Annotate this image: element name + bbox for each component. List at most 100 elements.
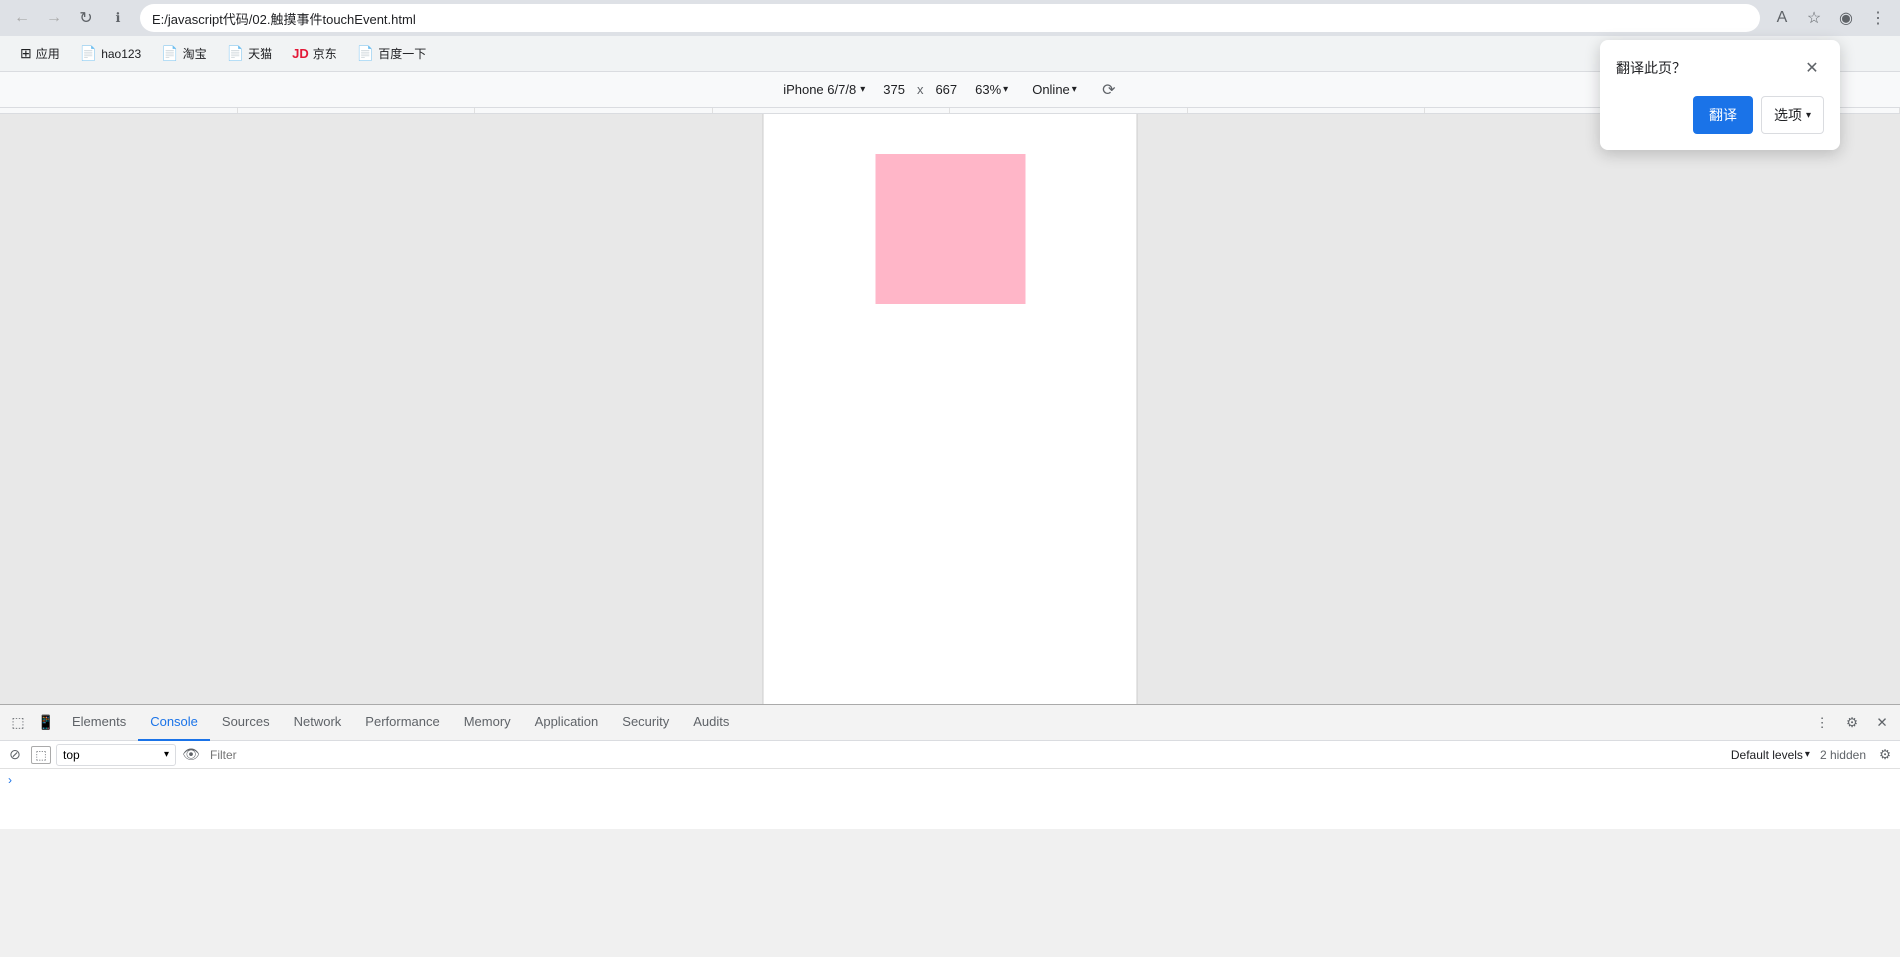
default-levels-button[interactable]: Default levels ▾: [1725, 746, 1816, 764]
console-clear-button[interactable]: ⊘: [4, 744, 26, 766]
tab-security[interactable]: Security: [610, 705, 681, 741]
context-value: top: [63, 748, 80, 762]
options-dropdown-icon: ▾: [1806, 110, 1811, 121]
baidu-icon: 📄: [357, 45, 374, 62]
tab-sources[interactable]: Sources: [210, 705, 282, 741]
translation-popup-close-button[interactable]: ✕: [1800, 56, 1824, 80]
console-toolbar: ⊘ ⬚ top ▾ 👁 Default levels ▾ 2 hidden ⚙: [0, 741, 1900, 769]
device-mode-icon: 📱: [37, 714, 54, 731]
context-selector[interactable]: top ▾: [56, 744, 176, 766]
more-tabs-button[interactable]: ⋮: [1808, 709, 1836, 737]
bookmark-taobao[interactable]: 📄 淘宝: [153, 41, 214, 66]
translate-button[interactable]: 翻译: [1693, 96, 1753, 134]
network-dropdown-icon: ▾: [1072, 84, 1077, 95]
bookmark-tianmao-label: 天猫: [248, 45, 272, 62]
tab-network[interactable]: Network: [282, 705, 354, 741]
info-button[interactable]: ℹ: [104, 4, 132, 32]
rotate-icon: ⟳: [1102, 80, 1115, 100]
tab-memory[interactable]: Memory: [452, 705, 523, 741]
devtools-settings-button[interactable]: ⚙: [1838, 709, 1866, 737]
device-width: 375: [883, 82, 905, 97]
console-settings-button[interactable]: ⚙: [1874, 744, 1896, 766]
throttle-seg-6: [1188, 108, 1426, 113]
tab-console[interactable]: Console: [138, 705, 210, 741]
address-text: E:/javascript代码/02.触摸事件touchEvent.html: [152, 9, 1748, 28]
translation-popup-title: 翻译此页？: [1616, 58, 1686, 78]
main-area: [0, 114, 1900, 704]
devtools-close-button[interactable]: ✕: [1868, 709, 1896, 737]
devtools-tabs: ⬚ 📱 Elements Console Sources Network Per…: [0, 705, 1900, 741]
inspect-icon: ⬚: [11, 714, 24, 731]
forward-button[interactable]: →: [40, 4, 68, 32]
jd-icon: JD: [292, 46, 309, 61]
device-height: 667: [935, 82, 957, 97]
bookmark-tianmao[interactable]: 📄 天猫: [219, 41, 280, 66]
browser-actions: A ☆ ◉ ⋮: [1768, 4, 1892, 32]
devtools-panel: ⬚ 📱 Elements Console Sources Network Per…: [0, 704, 1900, 829]
console-eye-button[interactable]: 👁: [180, 744, 202, 766]
bookmark-hao123-label: hao123: [101, 47, 141, 61]
throttle-seg-4: [713, 108, 951, 113]
device-toggle-button[interactable]: 📱: [32, 709, 60, 737]
bookmark-apps-label: 应用: [36, 45, 60, 62]
console-filter-input[interactable]: [206, 748, 1721, 762]
pink-box: [875, 154, 1025, 304]
bookmark-button[interactable]: ☆: [1800, 4, 1828, 32]
console-pin-button[interactable]: ⬚: [30, 744, 52, 766]
taobao-icon: 📄: [161, 45, 178, 62]
tab-audits[interactable]: Audits: [681, 705, 741, 741]
back-icon: ←: [14, 9, 30, 27]
clear-console-icon: ⊘: [9, 746, 21, 763]
bookmark-taobao-label: 淘宝: [183, 45, 207, 62]
tab-elements[interactable]: Elements: [60, 705, 138, 741]
address-bar[interactable]: E:/javascript代码/02.触摸事件touchEvent.html: [140, 4, 1760, 32]
console-settings-icon: ⚙: [1879, 747, 1891, 763]
devtools-tab-actions: ⋮ ⚙ ✕: [1808, 709, 1896, 737]
device-selector[interactable]: iPhone 6/7/8 ▾: [777, 80, 871, 99]
close-icon: ✕: [1805, 58, 1818, 78]
console-content[interactable]: ›: [0, 769, 1900, 829]
more-tabs-icon: ⋮: [1815, 715, 1828, 731]
throttle-seg-3: [475, 108, 713, 113]
title-bar: ← → ↻ ℹ E:/javascript代码/02.触摸事件touchEven…: [0, 0, 1900, 36]
menu-icon: ⋮: [1870, 8, 1886, 28]
profile-icon: ◉: [1839, 8, 1853, 28]
bookmark-hao123[interactable]: 📄 hao123: [72, 41, 149, 66]
hao123-icon: 📄: [80, 45, 97, 62]
forward-icon: →: [46, 9, 62, 27]
back-button[interactable]: ←: [8, 4, 36, 32]
bookmark-baidu-label: 百度一下: [378, 45, 426, 62]
nav-buttons: ← → ↻ ℹ: [8, 4, 132, 32]
menu-button[interactable]: ⋮: [1864, 4, 1892, 32]
throttle-seg-2: [238, 108, 476, 113]
device-name: iPhone 6/7/8: [783, 82, 856, 97]
translation-popup-header: 翻译此页？ ✕: [1616, 56, 1824, 80]
inspect-toggle-button[interactable]: ⬚: [4, 709, 32, 737]
reload-icon: ↻: [79, 8, 92, 28]
translate-page-button[interactable]: A: [1768, 4, 1796, 32]
bookmark-baidu[interactable]: 📄 百度一下: [349, 41, 434, 66]
bookmark-apps[interactable]: ⊞ 应用: [12, 41, 68, 66]
translation-popup: 翻译此页？ ✕ 翻译 选项 ▾: [1600, 40, 1840, 150]
console-prompt: ›: [8, 773, 12, 787]
zoom-selector[interactable]: 63% ▾: [969, 80, 1014, 99]
mobile-frame: [763, 114, 1138, 704]
tab-application[interactable]: Application: [523, 705, 611, 741]
page-background: [0, 114, 1900, 704]
options-button[interactable]: 选项 ▾: [1761, 96, 1824, 134]
device-dropdown-icon: ▾: [860, 84, 865, 95]
rotate-button[interactable]: ⟳: [1095, 76, 1123, 104]
tianmao-icon: 📄: [227, 45, 244, 62]
default-levels-label: Default levels: [1731, 748, 1803, 762]
dimension-separator: x: [917, 82, 924, 97]
profile-button[interactable]: ◉: [1832, 4, 1860, 32]
tab-performance[interactable]: Performance: [353, 705, 451, 741]
devtools-close-icon: ✕: [1876, 715, 1887, 731]
translation-popup-actions: 翻译 选项 ▾: [1616, 96, 1824, 134]
network-selector[interactable]: Online ▾: [1026, 80, 1083, 99]
reload-button[interactable]: ↻: [72, 4, 100, 32]
options-label: 选项: [1774, 105, 1802, 125]
hidden-count: 2 hidden: [1820, 748, 1870, 762]
bookmark-jd[interactable]: JD 京东: [284, 41, 345, 66]
console-prompt-arrow: ›: [8, 773, 12, 787]
